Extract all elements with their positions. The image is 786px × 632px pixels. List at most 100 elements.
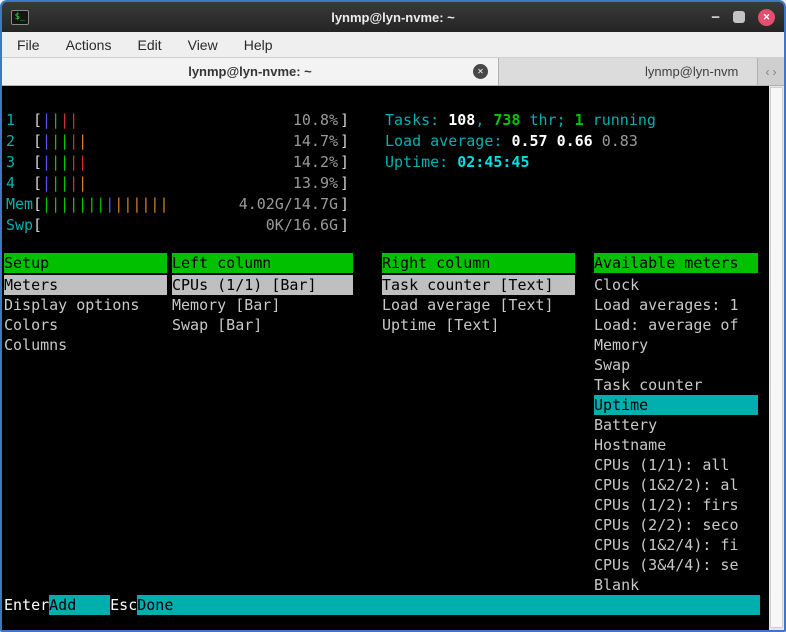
panel-item[interactable]: Task counter	[594, 375, 758, 395]
panel-item[interactable]: Uptime	[594, 395, 758, 415]
panel-item[interactable]: CPUs (3&4/4): se	[594, 555, 758, 575]
meter-row: 2[|||||14.7%]	[6, 131, 349, 152]
scrollbar[interactable]	[769, 86, 784, 630]
panel-item[interactable]: CPUs (1/1) [Bar]	[172, 275, 353, 295]
meter-tick: |	[105, 195, 114, 213]
tab-inactive[interactable]: lynmp@lyn-nvm	[499, 58, 758, 85]
panel-item[interactable]: Uptime [Text]	[382, 315, 575, 335]
terminal-app-icon: $_	[11, 10, 29, 25]
meter-ticks: |||||	[42, 132, 87, 150]
meter-bracket-close: ]	[340, 174, 349, 192]
tasks-line-segment: 1	[575, 111, 584, 129]
meter-ticks: |||||	[42, 174, 87, 192]
menu-file[interactable]: File	[4, 32, 53, 57]
meter-ticks: ||||	[42, 111, 78, 129]
tasks-line: Tasks: 108, 738 thr; 1 running	[385, 110, 656, 131]
tab-close-icon[interactable]: ✕	[473, 64, 488, 79]
panel-item[interactable]: Load averages: 1	[594, 295, 758, 315]
close-button[interactable]: ✕	[758, 9, 775, 26]
terminal-window: $_ lynmp@lyn-nvme: ~ − ✕ File Actions Ed…	[0, 0, 786, 632]
minimize-button[interactable]: −	[711, 9, 720, 26]
panel-item[interactable]: CPUs (1/1): all	[594, 455, 758, 475]
meter-tick: |	[60, 195, 69, 213]
meter-tick: |	[69, 195, 78, 213]
panel-item[interactable]: Columns	[4, 335, 167, 355]
meter-tick: |	[78, 195, 87, 213]
meter-tick: |	[69, 111, 78, 129]
panel-item[interactable]: Blank	[594, 575, 758, 595]
tasks-line-segment: 738	[493, 111, 520, 129]
meter-tick: |	[159, 195, 168, 213]
menu-help[interactable]: Help	[231, 32, 286, 57]
panel-item[interactable]: Load: average of	[594, 315, 758, 335]
meter-value: 14.2%	[293, 152, 338, 173]
panel-item[interactable]: CPUs (2/2): seco	[594, 515, 758, 535]
load-average-line-segment: Load average:	[385, 132, 511, 150]
menu-actions[interactable]: Actions	[53, 32, 125, 57]
tab-scroll-left-icon[interactable]: ‹	[766, 65, 770, 79]
meter-tick: |	[51, 174, 60, 192]
meter-tick: |	[51, 111, 60, 129]
meter-tick: |	[60, 174, 69, 192]
load-average-line: Load average: 0.57 0.66 0.83	[385, 131, 638, 152]
meter-label: 3	[6, 152, 33, 173]
panel-item[interactable]: Load average [Text]	[382, 295, 575, 315]
meter-bracket-open: [	[33, 132, 42, 150]
meter-value: 14.7%	[293, 131, 338, 152]
tab-active[interactable]: lynmp@lyn-nvme: ~ ✕	[2, 58, 499, 85]
menu-view[interactable]: View	[175, 32, 231, 57]
uptime-line-segment: Uptime:	[385, 153, 457, 171]
tabbar: lynmp@lyn-nvme: ~ ✕ lynmp@lyn-nvm ‹ ›	[2, 58, 784, 86]
meter-tick: |	[51, 195, 60, 213]
meter-value: 4.02G/14.7G	[239, 194, 338, 215]
function-key-enter[interactable]: Enter	[4, 595, 49, 615]
meter-tick: |	[78, 132, 87, 150]
terminal-viewport: 1[||||10.8%]2[|||||14.7%]3[|||||14.2%]4[…	[2, 86, 784, 630]
function-label-done[interactable]: Done	[137, 595, 760, 615]
meter-tick: |	[42, 132, 51, 150]
meter-label: 2	[6, 131, 33, 152]
panel-item[interactable]: Hostname	[594, 435, 758, 455]
meter-ticks: |||||	[42, 153, 87, 171]
panel-header: Available meters	[594, 253, 758, 273]
scrollbar-thumb[interactable]	[770, 87, 783, 628]
meter-tick: |	[78, 153, 87, 171]
load-average-line-segment: 0.66	[557, 132, 602, 150]
meter-tick: |	[60, 111, 69, 129]
panel-item[interactable]: CPUs (1/2): firs	[594, 495, 758, 515]
tab-inactive-title: lynmp@lyn-nvm	[645, 58, 738, 85]
meter-tick: |	[69, 174, 78, 192]
panel-item[interactable]: Meters	[4, 275, 167, 295]
tasks-line-segment: running	[584, 111, 656, 129]
htop-setup-screen: 1[||||10.8%]2[|||||14.7%]3[|||||14.2%]4[…	[2, 86, 769, 630]
panel-item[interactable]: Memory	[594, 335, 758, 355]
panel-item[interactable]: Swap [Bar]	[172, 315, 353, 335]
titlebar[interactable]: $_ lynmp@lyn-nvme: ~ − ✕	[2, 2, 784, 32]
tab-scroll-right-icon[interactable]: ›	[773, 65, 777, 79]
panel-item[interactable]: Task counter [Text]	[382, 275, 575, 295]
panel-item[interactable]: Display options	[4, 295, 167, 315]
function-label-add[interactable]: Add	[49, 595, 110, 615]
panel-item[interactable]: Clock	[594, 275, 758, 295]
panel-item[interactable]: CPUs (1&2/2): al	[594, 475, 758, 495]
function-key-esc[interactable]: Esc	[110, 595, 137, 615]
panel-item[interactable]: Colors	[4, 315, 167, 335]
meter-bracket-open: [	[33, 174, 42, 192]
meter-tick: |	[42, 195, 51, 213]
window-title: lynmp@lyn-nvme: ~	[2, 10, 784, 25]
panel-item[interactable]: CPUs (1&2/4): fi	[594, 535, 758, 555]
maximize-button[interactable]	[733, 11, 745, 23]
meter-tick: |	[69, 132, 78, 150]
meter-bracket-open: [	[33, 111, 42, 129]
meter-label: 4	[6, 173, 33, 194]
tasks-line-segment: Tasks:	[385, 111, 448, 129]
panel-item[interactable]: Swap	[594, 355, 758, 375]
panel-item[interactable]: Battery	[594, 415, 758, 435]
panel-item[interactable]: Memory [Bar]	[172, 295, 353, 315]
tasks-line-segment: thr;	[520, 111, 574, 129]
tasks-line-segment: 108	[448, 111, 475, 129]
uptime-line-segment: 02:45:45	[457, 153, 529, 171]
meter-label: Mem	[6, 194, 33, 215]
tasks-line-segment: ,	[475, 111, 493, 129]
menu-edit[interactable]: Edit	[124, 32, 174, 57]
